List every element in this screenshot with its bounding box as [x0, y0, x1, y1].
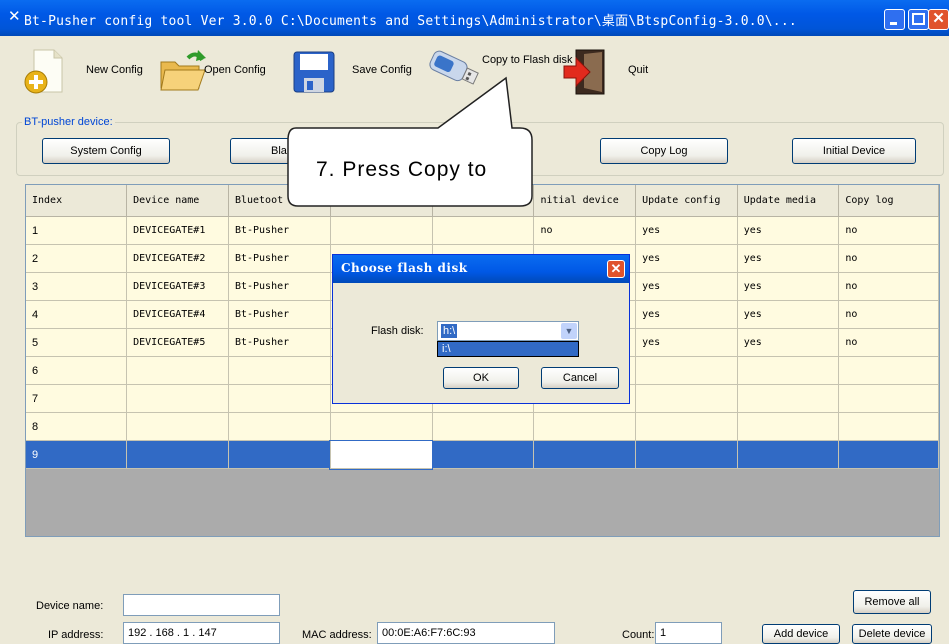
callout-text: 7. Press Copy to: [316, 158, 488, 181]
dialog-close-button[interactable]: ✕: [607, 260, 625, 278]
flash-disk-selected-value: h:\: [441, 324, 458, 338]
flash-disk-label: Flash disk:: [371, 325, 424, 337]
dialog-title-bar: Choose flash disk ✕: [333, 255, 629, 283]
flash-disk-select[interactable]: h:\ ▼: [437, 321, 579, 341]
ok-button[interactable]: OK: [443, 367, 519, 389]
dialog-title: Choose flash disk: [341, 261, 468, 275]
choose-flash-disk-dialog: Choose flash disk ✕ Flash disk: h:\ ▼ i:…: [332, 254, 630, 404]
cancel-button[interactable]: Cancel: [541, 367, 619, 389]
flash-disk-option[interactable]: i:\: [437, 341, 579, 357]
chevron-down-icon[interactable]: ▼: [561, 323, 577, 339]
close-icon: ✕: [610, 261, 622, 276]
